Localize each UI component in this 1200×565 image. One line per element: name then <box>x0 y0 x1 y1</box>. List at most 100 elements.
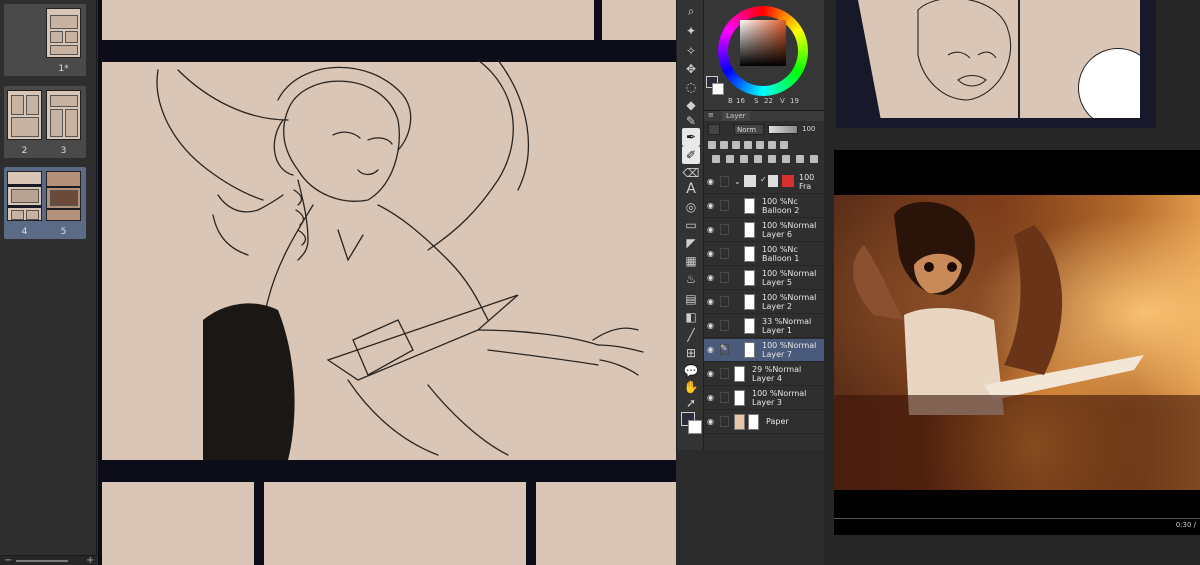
color-value-2: 22 <box>764 97 773 105</box>
zoom-slider-track[interactable] <box>16 560 68 562</box>
brush-tool-icon[interactable]: ✒ <box>682 128 700 146</box>
eye-icon[interactable]: ◉ <box>707 393 714 402</box>
page-thumbnail-5[interactable] <box>46 171 81 221</box>
saturation-value-square[interactable] <box>740 20 786 66</box>
ruler-tool-icon[interactable]: ▭ <box>682 216 700 234</box>
line-tool-icon[interactable]: ╱ <box>682 326 700 344</box>
layer-name: Layer 5 <box>762 278 792 287</box>
text-tool-icon[interactable]: A <box>682 180 700 198</box>
lock-toggle[interactable] <box>720 176 729 187</box>
reference-icon[interactable] <box>720 141 728 149</box>
lock-toggle[interactable] <box>720 200 729 211</box>
page-thumbnail-3[interactable] <box>46 90 81 140</box>
eye-icon[interactable]: ◉ <box>707 369 714 378</box>
zoom-tool-icon[interactable]: ⌕ <box>682 2 700 20</box>
lock-toggle-icon[interactable] <box>708 124 720 135</box>
property-icon[interactable] <box>796 155 804 163</box>
zoom-out-icon[interactable]: − <box>4 555 12 565</box>
layer-row[interactable]: ◉ 100 %Normal Layer 6 <box>704 219 824 242</box>
eye-icon[interactable]: ◉ <box>707 201 714 210</box>
lock-toggle[interactable] <box>720 392 729 403</box>
drawing-canvas[interactable] <box>98 0 676 565</box>
gradient-tool-icon[interactable]: ◤ <box>682 234 700 252</box>
lock-toggle[interactable] <box>720 368 729 379</box>
sub-color-swatch[interactable] <box>688 420 702 434</box>
eye-icon[interactable]: ◉ <box>707 249 714 258</box>
new-vector-icon[interactable] <box>726 155 734 163</box>
lock-toggle[interactable] <box>720 296 729 307</box>
object-tool-icon[interactable]: ➚ <box>682 394 700 412</box>
ruler-icon[interactable] <box>780 141 788 149</box>
new-raster-icon[interactable] <box>712 155 720 163</box>
pattern-tool-icon[interactable]: ▦ <box>682 252 700 270</box>
eye-icon[interactable]: ◉ <box>707 345 714 354</box>
layer-row[interactable]: ◉ Paper <box>704 411 824 434</box>
page-number: 1* <box>58 64 69 74</box>
blend-mode-select[interactable]: Norm <box>734 124 764 135</box>
opacity-value[interactable]: 100 <box>802 124 815 135</box>
chevron-down-icon[interactable]: ⌄ <box>734 177 741 186</box>
eye-icon[interactable]: ◉ <box>707 225 714 234</box>
fill-square-icon[interactable]: ◧ <box>682 308 700 326</box>
layer-row-folder[interactable]: ◉ ⌄ ✓ 100 Fra <box>704 171 824 194</box>
reference-video-player[interactable]: 0:30 / <box>834 150 1200 535</box>
sparkle-tool-icon[interactable]: ✧ <box>682 42 700 60</box>
zoom-in-icon[interactable]: + <box>86 555 94 565</box>
color-label-v: V <box>780 97 785 105</box>
layer-thumbnail <box>744 222 755 238</box>
layer-tool-icon[interactable]: ▤ <box>682 290 700 308</box>
lock-toggle[interactable] <box>720 272 729 283</box>
lock-toggle[interactable] <box>720 248 729 259</box>
eyedropper-tool-icon[interactable]: ✦ <box>682 22 700 40</box>
page-thumbnail-1[interactable] <box>46 8 81 58</box>
video-progress-bar[interactable] <box>834 518 1200 519</box>
layer-color-icon[interactable] <box>782 155 790 163</box>
draft-icon[interactable] <box>732 141 740 149</box>
merge-down-icon[interactable] <box>754 155 762 163</box>
lasso-tool-icon[interactable]: ◌ <box>682 78 700 96</box>
blend-row: Norm 100 <box>704 123 824 137</box>
pencil-tool-icon[interactable]: ✐ <box>682 146 700 164</box>
main-sub-color-swatch[interactable] <box>681 412 703 436</box>
page-thumbnail-2[interactable] <box>7 90 42 140</box>
lock-toggle[interactable] <box>720 320 729 331</box>
layer-row[interactable]: ◉ 100 %Nc Balloon 2 <box>704 195 824 218</box>
lock-toggle[interactable] <box>720 416 729 427</box>
color-swatch-icon[interactable] <box>706 76 724 96</box>
frame-tool-icon[interactable]: ⊞ <box>682 344 700 362</box>
balloon-tool-icon[interactable]: ◎ <box>682 198 700 216</box>
eye-icon[interactable]: ◉ <box>707 321 714 330</box>
mask-icon[interactable] <box>768 141 776 149</box>
thumbnail-zoom-slider[interactable]: − + <box>0 555 97 565</box>
lock-toggle[interactable] <box>720 224 729 235</box>
delete-layer-icon[interactable] <box>810 155 818 163</box>
blend-tool-icon[interactable]: ♨ <box>682 270 700 288</box>
layer-row[interactable]: ◉ 100 %Normal Layer 2 <box>704 291 824 314</box>
move-tool-icon[interactable]: ✥ <box>682 60 700 78</box>
eye-icon[interactable]: ◉ <box>707 177 714 186</box>
layer-row[interactable]: ◉ 100 %Normal Layer 5 <box>704 267 824 290</box>
eye-icon[interactable]: ◉ <box>707 417 714 426</box>
video-frame[interactable] <box>834 195 1200 490</box>
page-row-4-5[interactable]: 4 5 <box>4 167 86 239</box>
layer-row[interactable]: ◉ 100 %Normal Layer 3 <box>704 387 824 410</box>
editing-pen-icon: ✎ <box>720 344 728 354</box>
transparent-lock-icon[interactable] <box>756 141 764 149</box>
layer-mask-icon[interactable] <box>768 155 776 163</box>
layer-row[interactable]: ◉ 100 %Nc Balloon 1 <box>704 243 824 266</box>
new-folder-icon[interactable] <box>740 155 748 163</box>
eye-icon[interactable]: ◉ <box>707 297 714 306</box>
clip-icon[interactable] <box>708 141 716 149</box>
opacity-slider[interactable] <box>768 125 798 134</box>
layer-row[interactable]: ◉ 33 %Normal Layer 1 <box>704 315 824 338</box>
page-row-1[interactable]: 1* <box>4 4 86 76</box>
layer-row[interactable]: ◉ ✎ 100 %Normal Layer 7 <box>704 339 824 362</box>
layer-row[interactable]: ◉ 29 %Normal Layer 4 <box>704 363 824 386</box>
eye-icon[interactable]: ◉ <box>707 273 714 282</box>
page-row-2-3[interactable]: 2 3 <box>4 86 86 158</box>
page-thumbnail-4[interactable] <box>7 171 42 221</box>
page-number: 4 <box>21 227 28 237</box>
lock-icon[interactable] <box>744 141 752 149</box>
tab-layer[interactable]: Layer <box>722 111 750 121</box>
frame-folder-icon <box>744 175 756 187</box>
